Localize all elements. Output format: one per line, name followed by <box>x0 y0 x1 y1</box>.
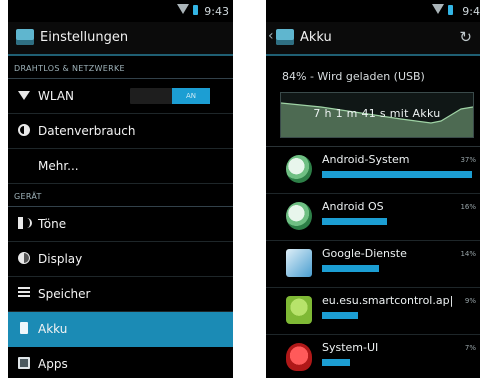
system-ui-icon <box>286 343 312 371</box>
wifi-icon <box>18 91 30 100</box>
settings-item-label: Display <box>38 252 83 266</box>
battery-usage-item[interactable]: Google-Dienste 14% <box>266 241 480 288</box>
settings-item-wlan[interactable]: WLAN AN <box>8 79 233 114</box>
back-chevron-icon[interactable]: ‹ <box>268 28 274 44</box>
wifi-signal-icon <box>432 4 444 14</box>
usage-bar-fill <box>322 218 387 225</box>
settings-item-label: Speicher <box>38 287 91 301</box>
app-name: Google-Dienste <box>322 247 407 260</box>
usage-bar-track <box>322 359 472 366</box>
storage-icon <box>18 287 30 299</box>
usage-bar-fill <box>322 359 350 366</box>
usage-bar-track <box>322 312 472 319</box>
data-usage-icon <box>18 124 30 136</box>
status-bar: 9:4 <box>266 0 480 22</box>
usage-bar-track <box>322 218 472 225</box>
usage-bar-fill <box>322 312 358 319</box>
android-system-icon <box>286 155 312 183</box>
settings-item-data-usage[interactable]: Datenverbrauch <box>8 114 233 149</box>
battery-usage-item[interactable]: System-UI 7% <box>266 335 480 378</box>
battery-icon <box>20 322 28 334</box>
battery-status-icon <box>193 5 198 15</box>
app-name: eu.esu.smartcontrol.ap| <box>322 294 454 307</box>
settings-screen: 9:43 Einstellungen DRAHTLOS & NETZWERKE … <box>8 0 233 378</box>
settings-item-more[interactable]: Mehr... <box>8 149 233 184</box>
app-name: Android-System <box>322 153 410 166</box>
usage-bar-track <box>322 265 472 272</box>
usage-bar-track <box>322 171 472 178</box>
section-header-device: GERÄT <box>8 184 233 207</box>
usage-bar-fill <box>322 265 379 272</box>
apps-icon <box>18 357 30 369</box>
settings-app-icon[interactable] <box>276 29 294 45</box>
settings-item-label: Töne <box>38 217 67 231</box>
wifi-signal-icon <box>177 4 189 14</box>
app-name: Android OS <box>322 200 384 213</box>
settings-app-icon <box>16 29 34 45</box>
app-name: System-UI <box>322 341 379 354</box>
section-header-wireless: DRAHTLOS & NETZWERKE <box>8 56 233 79</box>
section-label: DRAHTLOS & NETZWERKE <box>14 64 125 73</box>
settings-item-sound[interactable]: Töne <box>8 207 233 242</box>
refresh-icon[interactable]: ↻ <box>459 28 472 46</box>
settings-item-storage[interactable]: Speicher <box>8 277 233 312</box>
section-label: GERÄT <box>14 192 42 201</box>
page-title: Einstellungen <box>40 30 129 45</box>
usage-percent: 14% <box>460 250 476 258</box>
status-time: 9:4 <box>462 5 480 18</box>
usage-percent: 7% <box>464 344 476 352</box>
settings-item-label: Mehr... <box>38 159 79 173</box>
battery-screen: 9:4 ‹ Akku ↻ 84% - Wird geladen (USB) 7 … <box>266 0 480 378</box>
battery-history-graph[interactable]: 7 h 1 m 41 s mit Akku <box>280 92 474 138</box>
android-os-icon <box>286 202 312 230</box>
google-services-icon <box>286 249 312 277</box>
battery-usage-list: Android-System 37% Android OS 16% Google-Die… <box>266 147 480 378</box>
settings-item-display[interactable]: Display <box>8 242 233 277</box>
battery-status-icon <box>448 5 453 15</box>
settings-item-label: Akku <box>38 322 68 336</box>
usage-percent: 16% <box>460 203 476 211</box>
settings-item-label: Datenverbrauch <box>38 124 136 138</box>
usage-bar-fill <box>322 171 472 178</box>
settings-item-label: WLAN <box>38 89 75 103</box>
battery-usage-item[interactable]: Android-System 37% <box>266 147 480 194</box>
battery-graph-label: 7 h 1 m 41 s mit Akku <box>313 107 441 120</box>
android-app-icon <box>286 296 312 324</box>
battery-usage-item[interactable]: eu.esu.smartcontrol.ap| 9% <box>266 288 480 335</box>
status-bar: 9:43 <box>8 0 233 22</box>
usage-percent: 37% <box>460 156 476 164</box>
usage-percent: 9% <box>464 297 476 305</box>
action-bar: ‹ Akku ↻ <box>266 22 480 56</box>
battery-status-text: 84% - Wird geladen (USB) <box>282 70 425 83</box>
speaker-icon <box>18 217 32 229</box>
status-time: 9:43 <box>204 5 229 18</box>
toggle-on-label: AN <box>172 88 210 104</box>
settings-item-apps[interactable]: Apps <box>8 347 233 378</box>
page-title: Akku <box>300 30 332 45</box>
battery-usage-item[interactable]: Android OS 16% <box>266 194 480 241</box>
settings-item-battery[interactable]: Akku <box>8 312 233 347</box>
action-bar: Einstellungen <box>8 22 233 56</box>
wlan-toggle[interactable]: AN <box>130 88 210 104</box>
brightness-icon <box>18 252 30 264</box>
settings-item-label: Apps <box>38 357 68 371</box>
